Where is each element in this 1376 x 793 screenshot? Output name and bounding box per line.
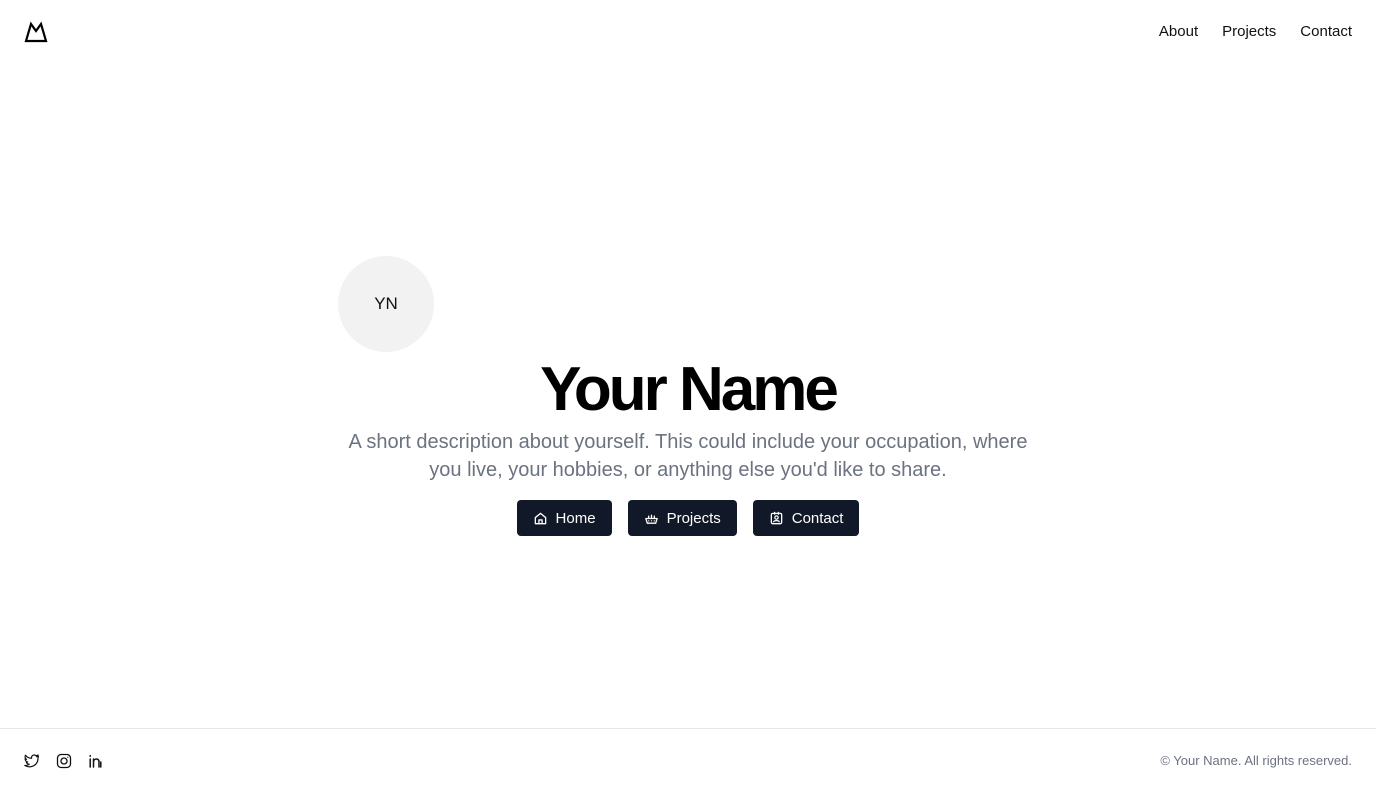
- avatar-initials: YN: [374, 294, 398, 313]
- instagram-icon: [56, 753, 72, 769]
- nav-about[interactable]: About: [1159, 22, 1198, 42]
- site-footer: © Your Name. All rights reserved.: [0, 728, 1376, 793]
- hero-description: A short description about yourself. This…: [348, 431, 1028, 481]
- twitter-icon: [24, 754, 40, 768]
- home-button[interactable]: Home: [516, 500, 612, 536]
- linkedin-link[interactable]: [88, 753, 104, 769]
- avatar: YN: [338, 256, 434, 352]
- instagram-link[interactable]: [56, 753, 72, 769]
- contact-button-label: Contact: [791, 509, 844, 527]
- linkedin-icon: [89, 754, 102, 768]
- nav-contact[interactable]: Contact: [1300, 22, 1352, 42]
- site-header: About Projects Contact: [0, 0, 1376, 64]
- contact-icon: [770, 511, 783, 524]
- projects-button-label: Projects: [666, 509, 721, 527]
- nav-projects[interactable]: Projects: [1222, 22, 1276, 42]
- copyright-text: © Your Name. All rights reserved.: [1160, 753, 1352, 768]
- page-title: Your Name: [540, 355, 839, 424]
- main-nav: About Projects Contact: [1159, 22, 1352, 42]
- contact-button[interactable]: Contact: [752, 500, 860, 536]
- home-icon: [534, 512, 546, 524]
- projects-button[interactable]: Projects: [627, 500, 737, 536]
- projects-icon: [644, 514, 658, 524]
- social-links: [24, 753, 104, 769]
- hero-buttons: Home Projects Contact: [0, 500, 1376, 536]
- mountain-icon[interactable]: [24, 21, 48, 43]
- home-button-label: Home: [555, 509, 596, 527]
- twitter-link[interactable]: [24, 753, 40, 769]
